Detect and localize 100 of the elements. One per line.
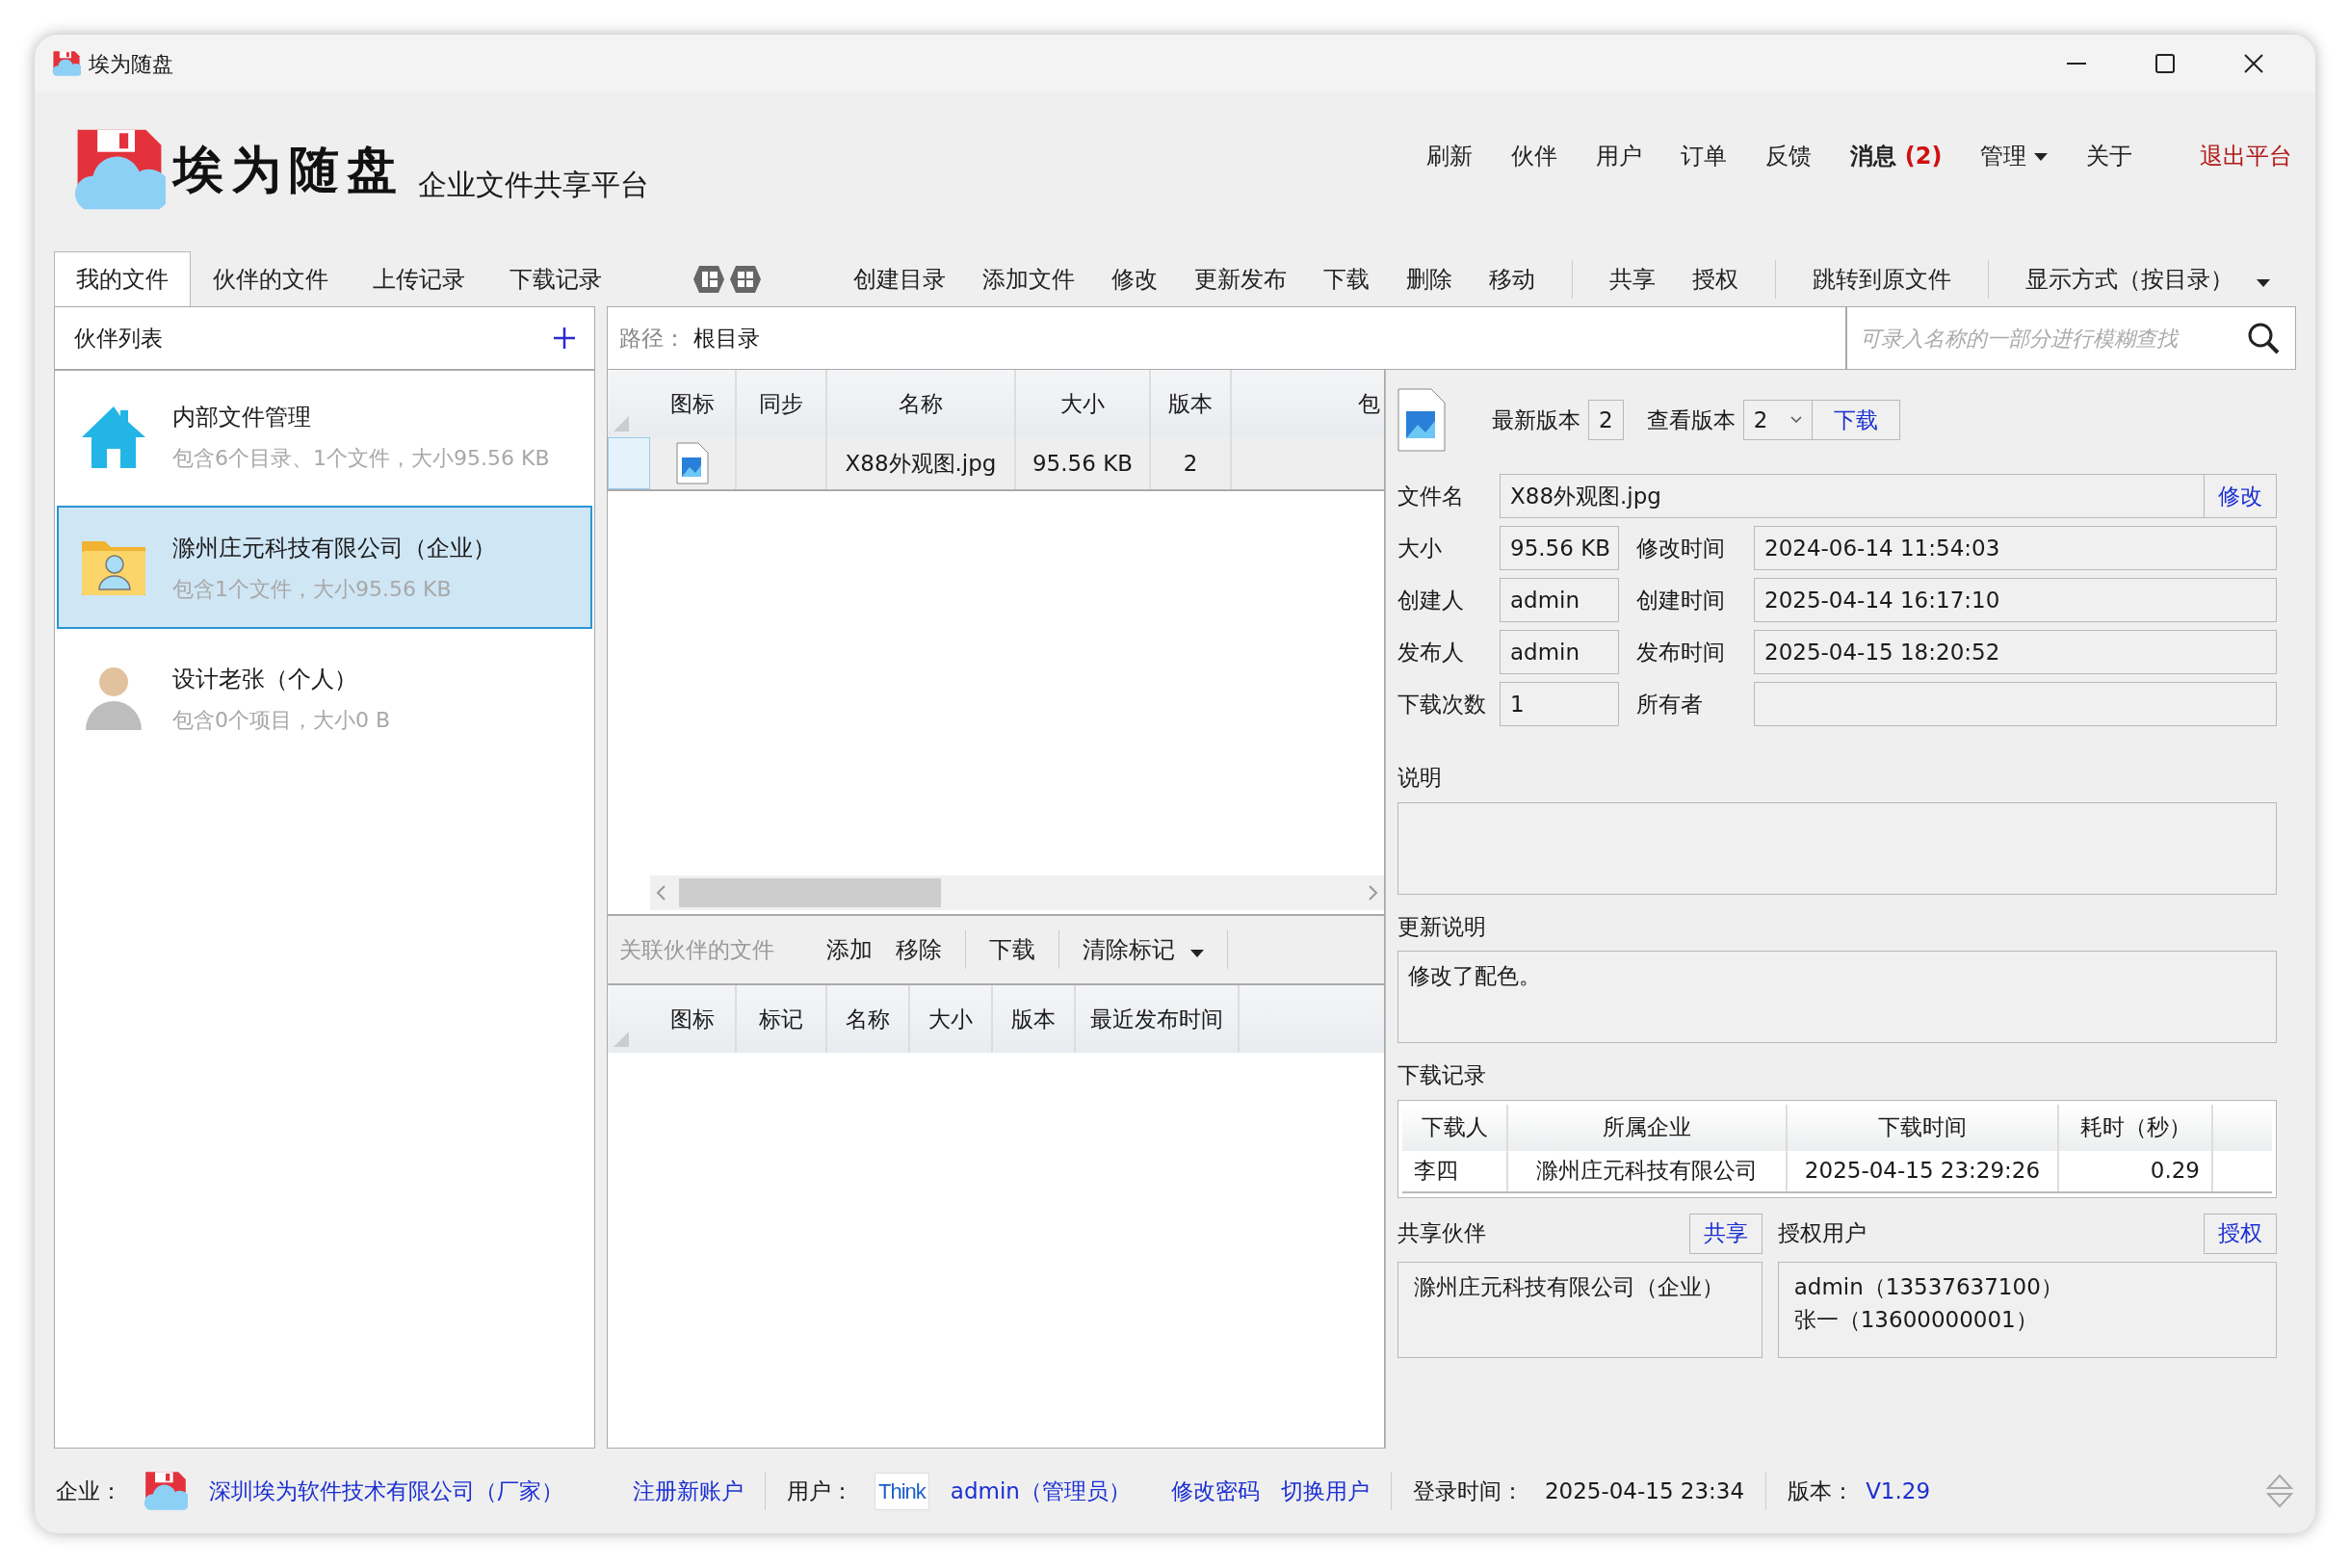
- partner-item[interactable]: 滁州庄元科技有限公司（企业） 包含1个文件，大小95.56 KB: [57, 506, 592, 629]
- field-label: 创建人: [1397, 586, 1465, 614]
- section-title: 共享伙伴: [1397, 1219, 1486, 1248]
- clear-marks-dropdown[interactable]: 清除标记: [1083, 928, 1204, 971]
- partner-name: 设计老张（个人）: [172, 664, 358, 694]
- toolbar-button[interactable]: 删除: [1406, 258, 1452, 301]
- list-entry[interactable]: 张一（13600000001）: [1793, 1303, 2260, 1337]
- add-button[interactable]: [554, 327, 575, 349]
- toolbar-button[interactable]: 修改: [1111, 258, 1158, 301]
- toolbar-button[interactable]: 创建目录: [853, 258, 946, 301]
- plus-icon: [554, 327, 575, 349]
- tab[interactable]: 下载记录: [487, 251, 624, 306]
- version-number: V1.29: [1866, 1477, 1931, 1505]
- version-field: 2: [1588, 400, 1624, 440]
- partner-summary: 包含1个文件，大小95.56 KB: [172, 575, 453, 603]
- menu-link[interactable]: 消息 (2): [1850, 139, 1943, 173]
- toolbar-button[interactable]: 添加: [826, 928, 873, 971]
- field-label: 大小: [1397, 534, 1443, 562]
- company-link[interactable]: 深圳埃为软件技术有限公司（厂家）: [209, 1474, 563, 1508]
- layout-button[interactable]: [692, 264, 726, 295]
- menu-link[interactable]: 反馈: [1765, 139, 1813, 173]
- register-link[interactable]: 注册新账户: [633, 1474, 744, 1508]
- toolbar-button[interactable]: 授权: [1692, 258, 1738, 301]
- switch-user-link[interactable]: 切换用户: [1280, 1474, 1370, 1508]
- field-label: 下载次数: [1397, 690, 1487, 719]
- view-mode-dropdown[interactable]: 显示方式（按目录）: [2025, 258, 2270, 301]
- column-header: 下载时间: [1788, 1104, 2059, 1151]
- filename-field: X88外观图.jpg: [1500, 474, 2205, 518]
- toolbar-button[interactable]: 下载: [1323, 258, 1370, 301]
- layout-button[interactable]: [728, 264, 763, 295]
- field-label: 发布时间: [1635, 638, 1726, 666]
- partner-item[interactable]: 设计老张（个人） 包含0个项目，大小0 B: [57, 637, 592, 760]
- tab[interactable]: 伙伴的文件: [191, 251, 351, 306]
- column-header: 标记: [737, 985, 827, 1053]
- dropdown-menu-link[interactable]: 管理: [1980, 139, 2048, 173]
- section-title: 关联伙伴的文件: [619, 935, 774, 964]
- field-label: 创建时间: [1635, 586, 1726, 614]
- share-button[interactable]: 共享: [1688, 1213, 1762, 1254]
- menu-link[interactable]: 订单: [1681, 139, 1728, 173]
- search-field[interactable]: 可录入名称的一部分进行模糊查找: [1846, 306, 2232, 370]
- list-entry[interactable]: admin（13537637100）: [1793, 1269, 2260, 1303]
- version-label: 最新版本: [1492, 405, 1580, 434]
- menu-link[interactable]: 伙伴: [1511, 139, 1558, 173]
- grid-layout-icon: [728, 264, 763, 295]
- table-row[interactable]: X88外观图.jpg 95.56 KB 2: [608, 437, 1384, 491]
- field-label: 修改时间: [1635, 534, 1726, 562]
- tab[interactable]: 我的文件: [54, 251, 191, 306]
- change-password-link[interactable]: 修改密码: [1170, 1474, 1260, 1508]
- corner-mark-icon: [614, 416, 629, 431]
- list-layout-icon: [692, 264, 726, 295]
- table-cell: 滁州庄元科技有限公司: [1508, 1150, 1788, 1191]
- version-select[interactable]: 2: [1742, 400, 1814, 440]
- horizontal-scrollbar[interactable]: [650, 875, 1384, 910]
- table-cell: 李四: [1402, 1150, 1508, 1191]
- user-logo: Think: [875, 1472, 929, 1510]
- company-logo-icon: [144, 1469, 188, 1513]
- exit-link[interactable]: 退出平台: [2200, 139, 2292, 173]
- column-header: 包: [1357, 389, 1381, 418]
- column-header: 所属企业: [1508, 1104, 1788, 1151]
- rename-button[interactable]: 修改: [2205, 474, 2277, 518]
- column-header: 名称: [827, 985, 910, 1053]
- menu-link[interactable]: 用户: [1596, 139, 1643, 173]
- menu-link[interactable]: 刷新: [1426, 139, 1474, 173]
- info-field: admin: [1500, 630, 1619, 674]
- resize-icon: [2265, 1472, 2294, 1510]
- logo-text: 埃为随盘: [173, 139, 405, 200]
- column-header: 下载人: [1402, 1104, 1508, 1151]
- toolbar-button[interactable]: 更新发布: [1194, 258, 1287, 301]
- section-title: 下载记录: [1397, 1061, 1487, 1089]
- info-field: admin: [1500, 578, 1619, 622]
- toolbar-button[interactable]: 跳转到原文件: [1813, 258, 1951, 301]
- field-label: 所有者: [1635, 690, 1704, 719]
- toolbar-button[interactable]: 移除: [896, 928, 942, 971]
- corner-mark-icon: [614, 1032, 629, 1047]
- window-title: 埃为随盘: [89, 50, 173, 78]
- toolbar-button[interactable]: 共享: [1609, 258, 1656, 301]
- section-title: 更新说明: [1397, 912, 1487, 941]
- column-header: 版本: [993, 985, 1076, 1053]
- image-file-icon: [676, 442, 709, 484]
- column-header: 图标: [650, 985, 737, 1053]
- chevron-down-icon: [1790, 416, 1803, 424]
- toolbar-button[interactable]: 添加文件: [982, 258, 1075, 301]
- authorize-button[interactable]: 授权: [2204, 1213, 2277, 1254]
- tab[interactable]: 上传记录: [351, 251, 487, 306]
- status-label: 企业：: [56, 1477, 122, 1505]
- version-label: 查看版本: [1646, 405, 1736, 434]
- partner-item[interactable]: 内部文件管理 包含6个目录、1个文件，大小95.56 KB: [57, 375, 592, 498]
- maximize-icon: [2155, 54, 2175, 73]
- image-file-icon: [1397, 388, 1446, 452]
- partner-name: 内部文件管理: [172, 402, 312, 432]
- menu-link[interactable]: 关于: [2086, 139, 2132, 173]
- table-cell: 0.29: [2059, 1150, 2213, 1191]
- toolbar-button[interactable]: 移动: [1489, 258, 1535, 301]
- toolbar-button[interactable]: 下载: [989, 928, 1035, 971]
- download-button[interactable]: 下载: [1812, 400, 1901, 440]
- search-button[interactable]: [2232, 306, 2296, 370]
- scroll-right-icon: [1369, 885, 1378, 901]
- user-link[interactable]: admin（管理员）: [950, 1474, 1131, 1508]
- tagline: 企业文件共享平台: [418, 166, 649, 203]
- update-note-box[interactable]: 修改了配色。: [1397, 951, 2277, 1043]
